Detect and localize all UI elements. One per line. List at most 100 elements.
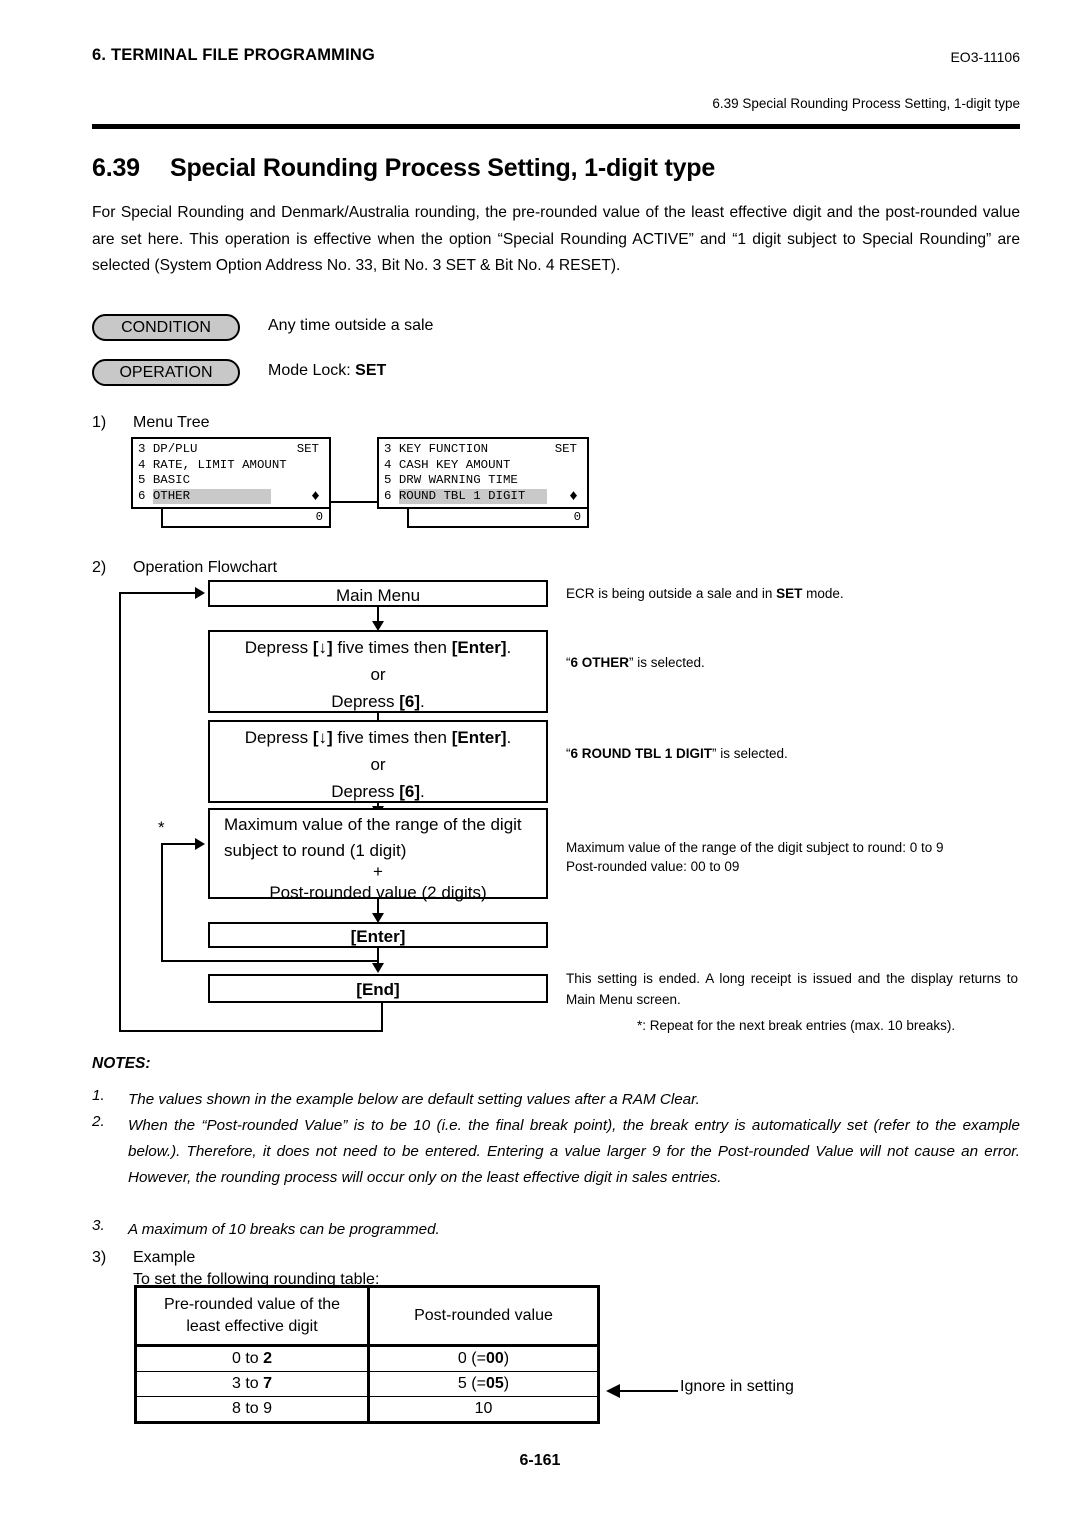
key-down-arrow: [↓]	[312, 638, 333, 657]
table-cell-post: 5 (=05)	[368, 1371, 599, 1397]
lcd-row: 4 CASH KEY AMOUNT	[384, 458, 582, 474]
flow-text: .	[506, 638, 512, 657]
note-text-3: A maximum of 10 breaks can be programmed…	[128, 1221, 440, 1238]
flow-return-loop-top	[119, 592, 197, 594]
table-header-pre-line1: Pre-rounded value of the	[163, 1296, 341, 1313]
note-number-1: 1.	[92, 1087, 105, 1104]
table-cell-pre: 3 to 7	[135, 1371, 370, 1397]
flow-text: five times then	[332, 638, 452, 657]
flow-note-range-line2: Post-rounded value: 00 to 09	[566, 859, 740, 874]
note-text-1: The values shown in the example below ar…	[128, 1091, 700, 1108]
lcd-row-text: DP/PLU	[152, 442, 198, 456]
cell-text: 3 to	[231, 1375, 264, 1392]
cell-text: )	[503, 1350, 510, 1367]
cell-emphasis: 05	[485, 1375, 504, 1392]
header-rule	[92, 124, 1020, 129]
note-number-2: 2.	[92, 1113, 105, 1130]
table-header-pre-rounded: Pre-rounded value of the least effective…	[135, 1286, 370, 1347]
table-row: 8 to 9 10	[135, 1396, 599, 1423]
lcd-row-text: BASIC	[152, 473, 191, 488]
flow-note-text: ECR is being outside a sale and in	[566, 586, 777, 601]
lcd-row-selected: 6 ROUND TBL 1 DIGIT ♦	[384, 489, 582, 505]
ignore-annotation-line	[620, 1390, 678, 1392]
operation-label: Mode Lock:	[268, 362, 356, 379]
flow-box-end: [End]	[208, 974, 548, 1003]
section-intro-paragraph: For Special Rounding and Denmark/Austral…	[92, 204, 1020, 274]
step-1-number: 1)	[92, 414, 107, 431]
cell-text: 8 to 9	[231, 1400, 273, 1417]
lcd-mode-indicator: SET	[554, 442, 577, 456]
key-6: [6]	[399, 692, 421, 711]
table-header-pre-line2: least effective digit	[186, 1318, 318, 1335]
flow-note-value-ranges: Maximum value of the range of the digit …	[566, 838, 1026, 876]
flow-arrowhead-5	[372, 963, 384, 973]
lcd-row-text: ROUND TBL 1 DIGIT	[398, 488, 547, 505]
flow-note-text: mode.	[802, 586, 844, 601]
lcd-row-index: 4	[138, 457, 146, 472]
lcd-row: 4 RATE, LIMIT AMOUNT	[138, 458, 324, 474]
note-text-2: When the “Post-rounded Value” is to be 1…	[128, 1117, 1020, 1186]
repeat-star-marker: *	[158, 818, 165, 837]
flow-note-end: This setting is ended. A long receipt is…	[566, 971, 1018, 1007]
flow-box3-line2: or	[370, 755, 386, 774]
lcd-row-index: 3	[138, 442, 146, 456]
ignore-annotation-label: Ignore in setting	[680, 1378, 794, 1395]
flow-text: Depress	[331, 692, 400, 711]
flow-box-depress-round-tbl: Depress [↓] five times then [Enter]. or …	[208, 720, 548, 803]
flow-text: .	[420, 692, 425, 711]
lcd-row-text: DRW WARNING TIME	[398, 473, 518, 488]
rounding-example-table: Pre-rounded value of the least effective…	[134, 1285, 600, 1424]
lcd-row-index: 6	[138, 488, 146, 503]
cell-emphasis: 7	[263, 1375, 273, 1392]
page-title: 6.39 Special Rounding Process Setting, 1-…	[92, 154, 715, 183]
step-2-number: 2)	[92, 559, 107, 576]
cell-text: 0 to	[231, 1350, 264, 1367]
scroll-diamond-icon: ♦	[310, 487, 320, 505]
table-cell-pre: 8 to 9	[135, 1396, 370, 1423]
table-cell-post: 0 (=00)	[368, 1345, 599, 1372]
table-row: 3 to 7 5 (=05)	[135, 1371, 599, 1397]
flow-note-main-menu: ECR is being outside a sale and in SET m…	[566, 584, 1016, 603]
step-2-label: Operation Flowchart	[133, 559, 278, 576]
flow-box3-line1: Depress [↓] five times then [Enter].	[210, 724, 546, 751]
lcd-row-index: 6	[384, 488, 392, 503]
flow-box-value-entry: Maximum value of the range of the digit …	[208, 808, 548, 902]
lcd-row: 3 KEY FUNCTION SET	[384, 442, 582, 458]
lcd-row: 5 DRW WARNING TIME	[384, 473, 582, 489]
flow-repeat-loop-vertical	[161, 843, 163, 962]
notes-heading: NOTES:	[92, 1055, 151, 1072]
cell-emphasis: 00	[485, 1350, 504, 1367]
flow-text: five times then	[332, 728, 452, 747]
flow-text: .	[420, 782, 425, 801]
flow-note-text: ” is selected.	[712, 746, 788, 761]
lcd-mode-indicator: SET	[296, 442, 319, 456]
menu-tree-connector-right	[346, 500, 378, 503]
table-cell-post: 10	[368, 1396, 599, 1423]
step-3-label: Example	[133, 1249, 196, 1266]
header-document-code: EO3-11106	[950, 49, 1020, 65]
flow-box2-line3: Depress [6].	[210, 688, 546, 715]
lcd-row-index: 5	[384, 473, 392, 488]
menu-tree-screen-right: 3 KEY FUNCTION SET 4 CASH KEY AMOUNT 5 DR…	[377, 437, 589, 529]
operation-text: Mode Lock: SET	[268, 362, 386, 380]
table-cell-pre: 0 to 2	[135, 1345, 370, 1372]
cell-text: 5 (=	[457, 1375, 486, 1392]
cell-text: 10	[474, 1400, 493, 1417]
cell-text: )	[503, 1375, 510, 1392]
table-header-post-rounded: Post-rounded value	[368, 1286, 599, 1347]
cell-emphasis: 2	[263, 1350, 273, 1367]
lcd-row-text: RATE, LIMIT AMOUNT	[152, 457, 287, 472]
step-3-number: 3)	[92, 1249, 107, 1266]
flow-repeat-loop-bottom	[161, 960, 377, 962]
flow-text: Depress	[244, 638, 313, 657]
key-6: [6]	[399, 782, 421, 801]
condition-badge: CONDITION	[92, 314, 240, 341]
lcd-row-index: 4	[384, 457, 392, 472]
flow-note-repeat: *: Repeat for the next break entries (ma…	[637, 1018, 956, 1033]
lcd-row-index: 3	[384, 442, 392, 456]
flow-note-emphasis: 6 OTHER	[570, 655, 630, 670]
step-1-label: Menu Tree	[133, 414, 210, 431]
flow-note-other-selected: “6 OTHER” is selected.	[566, 653, 1016, 672]
lcd-row-text: CASH KEY AMOUNT	[398, 457, 511, 472]
note-number-3: 3.	[92, 1217, 105, 1234]
